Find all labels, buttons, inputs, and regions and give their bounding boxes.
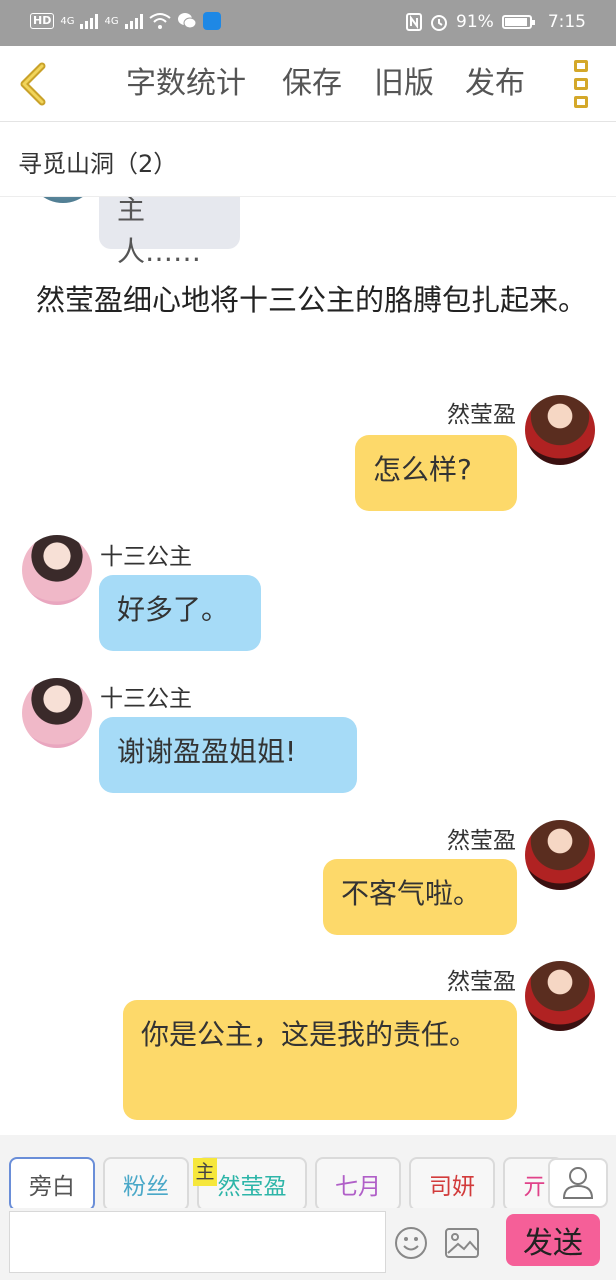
speaker-name: 然莹盈 (447, 828, 516, 854)
app-notification-icon (202, 12, 221, 30)
main-character-tag: 主 (193, 1158, 217, 1186)
wechat-icon (177, 13, 197, 29)
avatar-ranyingying[interactable] (525, 961, 595, 1031)
narration-text[interactable]: 然莹盈细心地将十三公主的胳膊包扎起来。 (36, 277, 596, 323)
signal-icon (80, 13, 99, 29)
message-input[interactable] (9, 1211, 386, 1273)
character-chip-label: 司妍 (429, 1174, 475, 1200)
character-chip-label: 然莹盈 (217, 1174, 287, 1200)
character-chip-narrator[interactable]: 旁白 (9, 1157, 95, 1211)
avatar (28, 197, 98, 203)
send-button[interactable]: 发送 (506, 1214, 600, 1266)
save-button[interactable]: 保存 (282, 66, 342, 102)
wifi-icon (148, 13, 171, 29)
avatar-princess[interactable] (22, 535, 92, 605)
word-count-button[interactable]: 字数统计 (126, 66, 246, 102)
message-bubble[interactable]: 好多了。 (99, 575, 261, 651)
character-chip-siyan[interactable]: 司妍 (409, 1157, 495, 1211)
person-icon (562, 1167, 594, 1199)
character-chip-label: 七月 (335, 1174, 381, 1200)
speaker-name: 然莹盈 (447, 402, 516, 428)
message-bubble[interactable]: 主人…… (99, 197, 240, 268)
message-bubble[interactable]: 你是公主，这是我的责任。 (123, 1000, 517, 1120)
character-chip-label: 亓 (523, 1174, 546, 1200)
alarm-icon (431, 15, 448, 31)
network-label-2: 4G (104, 15, 119, 27)
publish-button[interactable]: 发布 (465, 66, 525, 102)
emoji-icon[interactable] (394, 1226, 428, 1260)
input-row: 发送 (0, 1208, 616, 1280)
status-bar: HD 4G 4G 91% 7:15 (0, 0, 616, 46)
character-chip-fans[interactable]: 粉丝 (103, 1157, 189, 1211)
message-bubble[interactable]: 怎么样? (355, 435, 517, 511)
chapter-title: 寻觅山洞（2） (18, 150, 178, 178)
character-manager-button[interactable] (548, 1158, 608, 1208)
speaker-name: 十三公主 (100, 544, 192, 570)
battery-percent: 91% (456, 12, 494, 32)
more-menu-icon[interactable] (572, 60, 590, 108)
signal-icon-2 (124, 13, 143, 29)
avatar-ranyingying[interactable] (525, 820, 595, 890)
battery-icon (501, 15, 535, 29)
speaker-name: 然莹盈 (447, 969, 516, 995)
avatar-ranyingying[interactable] (525, 395, 595, 465)
character-chip-label: 粉丝 (123, 1174, 169, 1200)
chapter-title-bar[interactable]: 寻觅山洞（2） (0, 122, 616, 197)
clock: 7:15 (547, 12, 586, 32)
back-arrow-icon[interactable] (14, 62, 54, 106)
image-icon[interactable] (444, 1226, 480, 1260)
message-bubble[interactable]: 谢谢盈盈姐姐! (99, 717, 357, 793)
message-bubble[interactable]: 不客气啦。 (323, 859, 517, 935)
top-nav: 字数统计 保存 旧版 发布 (0, 46, 616, 122)
chat-area[interactable]: 主人…… 然莹盈细心地将十三公主的胳膊包扎起来。 然莹盈 怎么样? 十三公主 好… (0, 197, 616, 1135)
hd-indicator: HD (30, 13, 55, 29)
character-chip-qiyue[interactable]: 七月 (315, 1157, 401, 1211)
speaker-name: 十三公主 (100, 686, 192, 712)
character-chip-label: 旁白 (29, 1174, 75, 1200)
network-label-1: 4G (60, 15, 75, 27)
old-version-button[interactable]: 旧版 (374, 66, 434, 102)
nfc-icon (406, 13, 423, 31)
avatar-princess[interactable] (22, 678, 92, 748)
